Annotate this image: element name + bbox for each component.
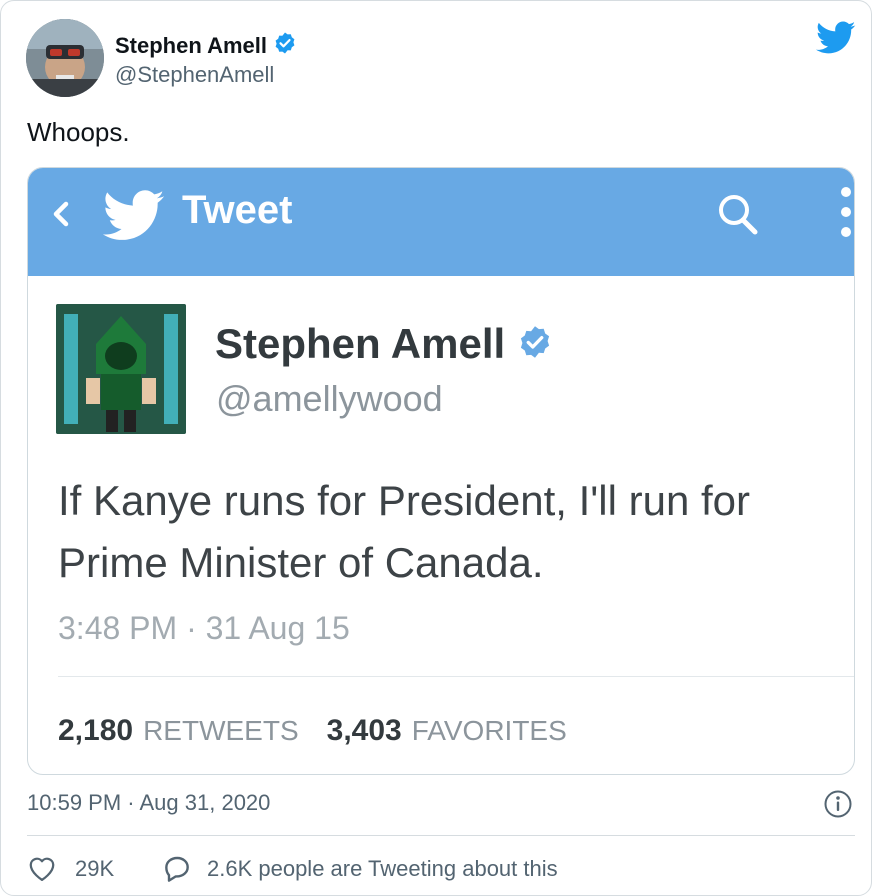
embedded-tweet-text: If Kanye runs for President, I'll run fo… [58, 470, 848, 594]
more-vertical-icon [836, 182, 854, 242]
retweets-count: 2,180 [58, 714, 134, 747]
info-icon[interactable] [823, 789, 853, 819]
tweet-card: Stephen Amell @StephenAmell Whoops. Twee… [0, 0, 872, 896]
tweet-text: Whoops. [27, 117, 130, 147]
embedded-tweet-text-line: If Kanye runs for President, I'll run fo… [58, 477, 750, 524]
tweet-timestamp[interactable]: 10:59 PM · Aug 31, 2020 [27, 790, 270, 816]
verified-badge-icon [273, 31, 297, 60]
embedded-author-avatar [56, 304, 186, 434]
like-count[interactable]: 29K [75, 856, 114, 882]
author-handle[interactable]: @StephenAmell [115, 62, 274, 88]
embedded-tweet-stats: 2,180 RETWEETS 3,403 FAVORITES [58, 714, 585, 748]
divider [58, 676, 854, 677]
chevron-left-icon [48, 196, 74, 232]
favorites-count: 3,403 [326, 714, 402, 747]
embedded-tweet-image[interactable]: Tweet Stephen Amell @amellywood If Kanye… [27, 167, 855, 775]
author-avatar[interactable] [26, 19, 104, 97]
search-icon [710, 190, 766, 240]
author-name[interactable]: Stephen Amell [115, 33, 267, 59]
retweets-label: RETWEETS [143, 715, 299, 746]
twitter-bird-icon[interactable] [816, 21, 856, 55]
verified-badge-icon [517, 324, 553, 365]
divider [27, 835, 855, 836]
conversation-link[interactable]: 2.6K people are Tweeting about this [207, 856, 558, 882]
speech-bubble-icon[interactable] [161, 853, 193, 883]
embedded-tweet-text-line: Prime Minister of Canada. [58, 539, 544, 586]
twitter-bird-icon [102, 190, 166, 242]
heart-icon[interactable] [27, 854, 57, 882]
embedded-author-name: Stephen Amell [215, 320, 506, 367]
favorites-label: FAVORITES [411, 715, 567, 746]
embedded-author-handle: @amellywood [216, 378, 443, 419]
embedded-app-bar: Tweet [28, 168, 854, 276]
embedded-tweet-time: 3:48 PM · 31 Aug 15 [58, 610, 350, 646]
embedded-bar-title: Tweet [182, 188, 293, 232]
